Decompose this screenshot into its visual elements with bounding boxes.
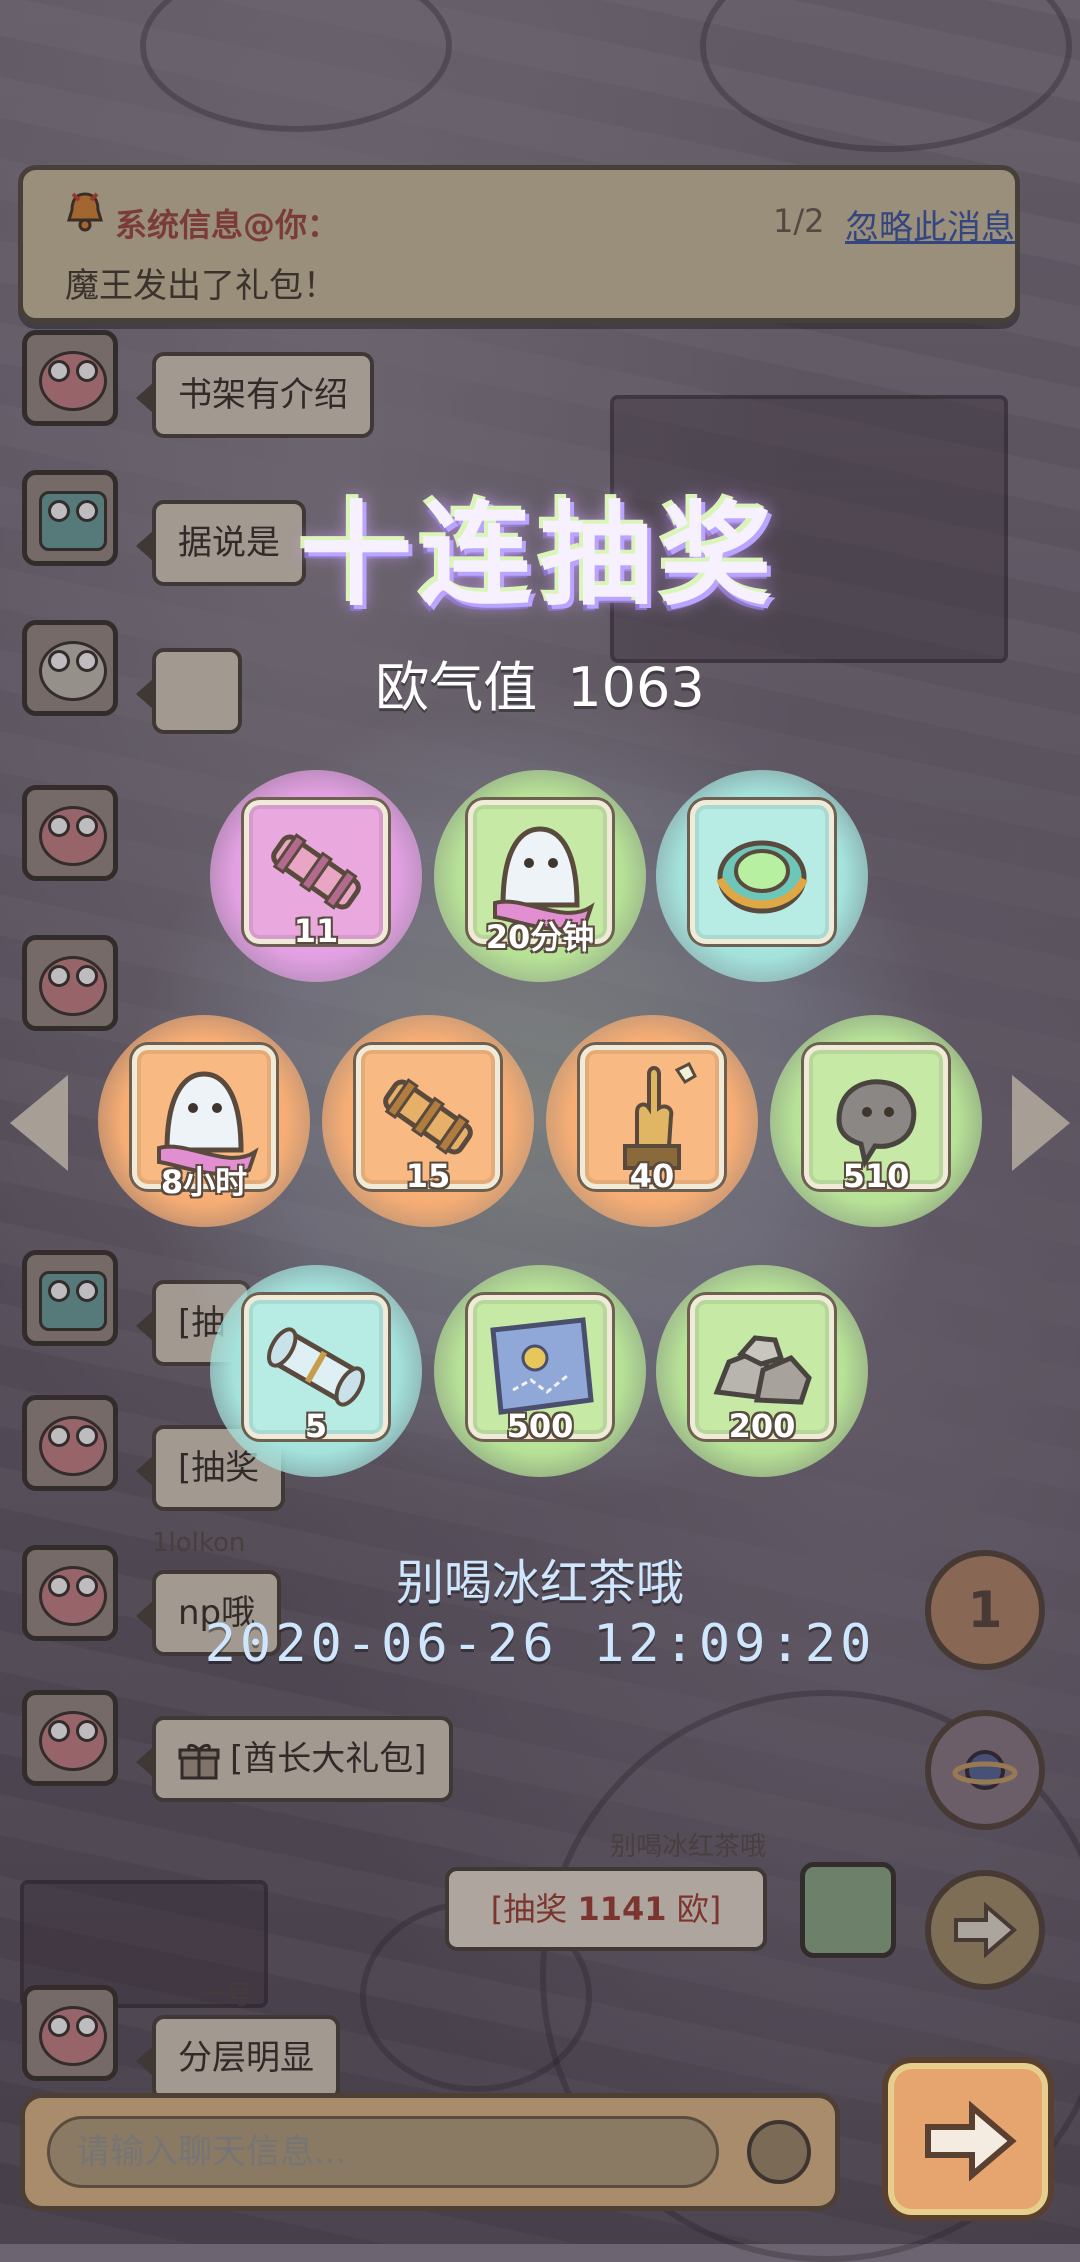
prize-item[interactable]: 500: [434, 1265, 646, 1477]
prize-item[interactable]: 20分钟: [434, 770, 646, 982]
gem-ring-icon: [716, 840, 808, 914]
send-button[interactable]: [888, 2063, 1048, 2215]
prize-quantity: 5: [304, 1407, 328, 1445]
prize-quantity: 20分钟: [485, 918, 595, 956]
prize-item[interactable]: 5: [210, 1265, 422, 1477]
prize-item[interactable]: 200: [656, 1265, 868, 1477]
lottery-title: 十连抽奖: [300, 491, 780, 621]
prize-item[interactable]: 15: [322, 1015, 534, 1227]
prize-item[interactable]: 510: [770, 1015, 982, 1227]
prize-quantity: 200: [728, 1407, 796, 1445]
prize-item[interactable]: 8小时: [98, 1015, 310, 1227]
chat-input-bar: [20, 2093, 840, 2211]
prev-arrow-button[interactable]: [10, 1075, 68, 1171]
prize-quantity: 510: [842, 1157, 910, 1195]
prize-quantity: 500: [506, 1407, 574, 1445]
next-arrow-button[interactable]: [1012, 1075, 1070, 1171]
chat-input[interactable]: [47, 2116, 719, 2188]
prize-item[interactable]: 11: [210, 770, 422, 982]
luck-value-row: 欧气值 1063: [0, 643, 1080, 722]
prize-quantity: 8小时: [160, 1163, 248, 1201]
prize-item[interactable]: 40: [546, 1015, 758, 1227]
lottery-username: 别喝冰红茶哦: [395, 1555, 684, 1611]
lottery-timestamp: 2020-06-26 12:09:20: [204, 1614, 876, 1674]
emoji-icon[interactable]: [747, 2120, 811, 2184]
prize-quantity: 40: [629, 1157, 675, 1195]
prize-quantity: 11: [293, 912, 339, 950]
prize-item[interactable]: [656, 770, 868, 982]
arrow-right-icon: [925, 2101, 1017, 2181]
luck-label: 欧气值: [375, 656, 538, 719]
prize-quantity: 15: [405, 1157, 451, 1195]
luck-value: 1063: [567, 656, 705, 719]
